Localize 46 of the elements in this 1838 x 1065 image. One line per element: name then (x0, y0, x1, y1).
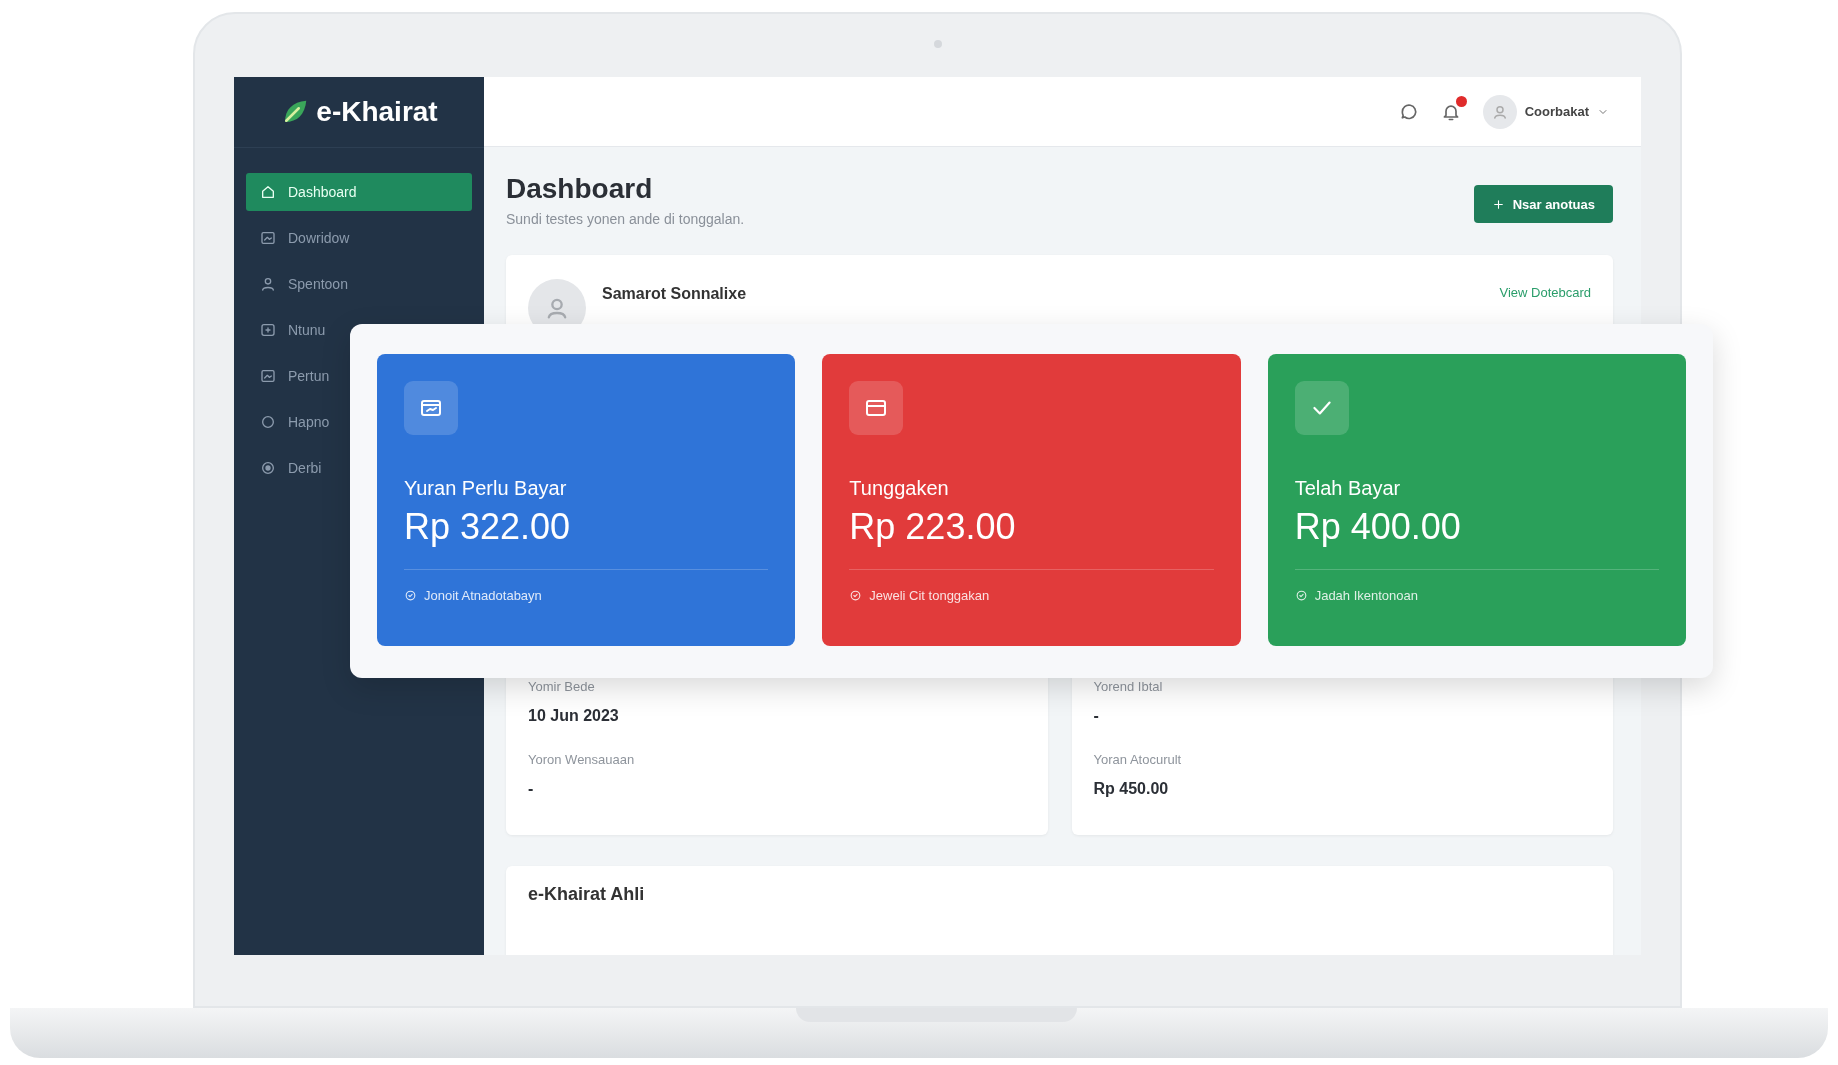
field-label: Yoron Wensauaan (528, 751, 636, 769)
page-title: Dashboard (506, 172, 654, 206)
field-value: - (528, 779, 535, 799)
circle-check-icon (849, 589, 863, 602)
stat-amount: Rp 223.00 (849, 505, 1017, 549)
avatar[interactable] (1482, 94, 1517, 129)
field-label: Yorend Ibtal (1093, 678, 1164, 696)
view-dashboard-link[interactable]: View Dotebcard (1499, 285, 1591, 300)
circle-check-icon (404, 589, 417, 602)
camera-dot (933, 40, 942, 48)
plus-box-icon (260, 322, 276, 338)
brand-name: e-Khairat (316, 96, 438, 128)
picture-icon (260, 230, 276, 246)
dot-circle-icon (260, 460, 276, 476)
picture-icon (260, 368, 276, 384)
user-icon (260, 276, 276, 292)
field-value: Rp 450.00 (1093, 779, 1170, 799)
member-name: Samarot Sonnalixe (602, 285, 748, 303)
stat-note: Jeweli Cit tonggakan (869, 588, 990, 603)
sidebar-item[interactable]: Dashboard (246, 173, 472, 211)
stat-amount: Rp 400.00 (1294, 505, 1462, 549)
sidebar-item[interactable]: Spentoon (246, 265, 362, 303)
circle-check-icon (1294, 589, 1308, 602)
stat-note: Jadah Ikentonoan (1314, 588, 1419, 603)
field-label: Yoran Atocurult (1093, 751, 1183, 769)
page-subtitle: Sundi testes yonen ande di tonggalan. (506, 211, 745, 227)
stat-amount: Rp 322.00 (404, 505, 572, 549)
user-name[interactable]: Coorbakat (1524, 104, 1589, 119)
plus-icon (1491, 197, 1505, 211)
stat-title: Telah Bayar (1294, 476, 1402, 501)
notification-badge (1455, 95, 1467, 107)
field-value: 10 Jun 2023 (528, 706, 620, 726)
field-value: - (1093, 706, 1100, 726)
sidebar-item[interactable]: Hapno (246, 403, 344, 441)
sidebar-item[interactable]: Ntunu (246, 311, 340, 349)
sidebar-item[interactable]: Dowridow (246, 219, 364, 257)
sidebar-item[interactable]: Pertun (246, 357, 344, 395)
stat-title: Yuran Perlu Bayar (404, 476, 568, 501)
sidebar-item[interactable]: Derbi (246, 449, 336, 487)
circle-icon (260, 414, 276, 430)
stat-title: Tunggaken (849, 476, 950, 501)
add-button[interactable]: Nsar anotuas (1473, 185, 1613, 223)
field-label: Yomir Bede (528, 678, 596, 696)
section-title: e-Khairat Ahli (528, 884, 646, 905)
home-icon (260, 184, 276, 200)
stat-note: Jonoit Atnadotabayn (424, 588, 542, 603)
